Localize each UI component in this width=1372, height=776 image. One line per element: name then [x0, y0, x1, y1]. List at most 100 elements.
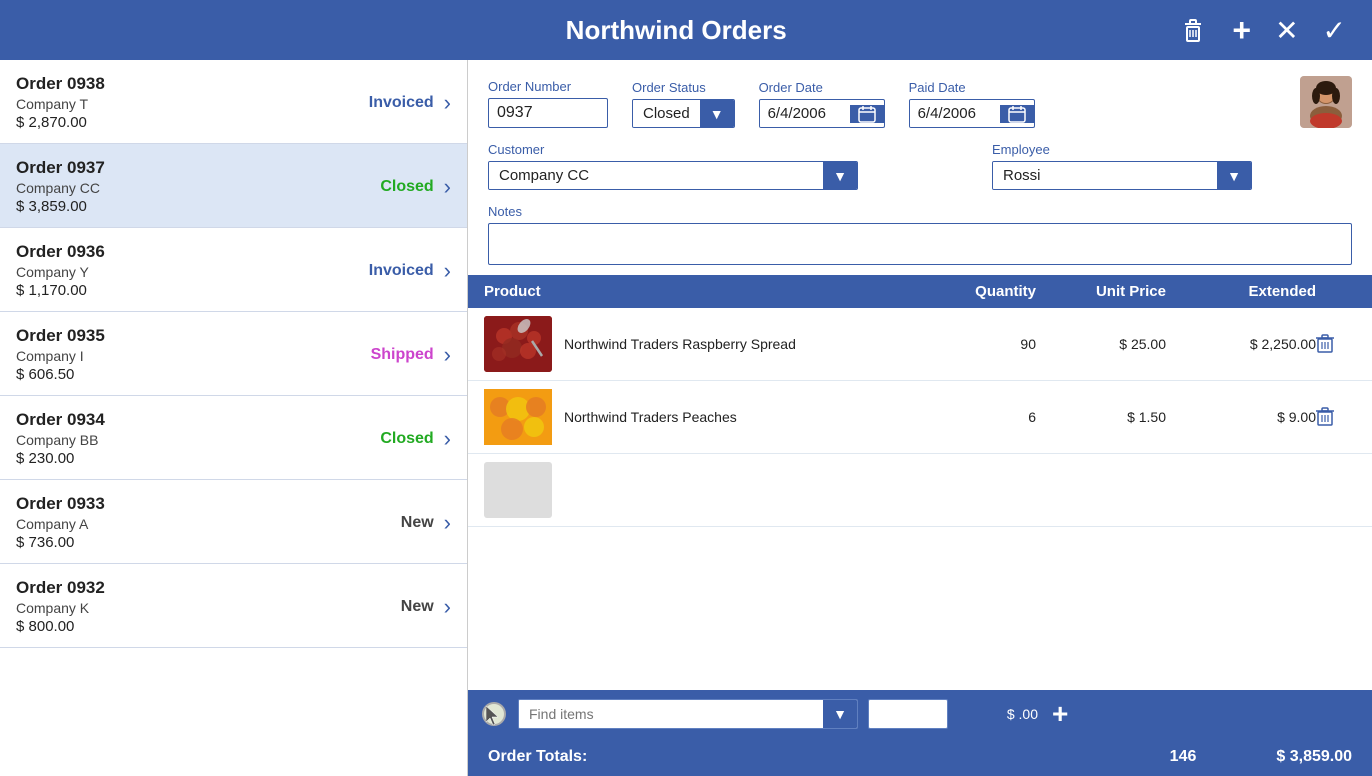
- trash-icon: [1178, 15, 1208, 45]
- order-chevron-icon: ›: [444, 90, 451, 116]
- product-extended: $ 9.00: [1166, 409, 1316, 425]
- col-actions: [1316, 283, 1356, 300]
- add-item-button[interactable]: +: [1048, 698, 1072, 730]
- order-item[interactable]: Order 0932 Company K $ 800.00 New ›: [0, 564, 467, 648]
- order-status: New: [344, 598, 434, 616]
- order-info: Order 0932 Company K $ 800.00: [16, 578, 344, 635]
- product-delete-button[interactable]: [1316, 334, 1334, 354]
- customer-dropdown-btn[interactable]: ▼: [823, 162, 857, 189]
- order-totals-bar: Order Totals: 146 $ 3,859.00: [468, 738, 1372, 776]
- notes-textarea[interactable]: [488, 223, 1352, 265]
- order-date-input[interactable]: [760, 100, 850, 127]
- product-name-cell: [484, 462, 906, 518]
- order-company: Company I: [16, 348, 344, 364]
- find-items-dropdown-btn[interactable]: ▼: [823, 700, 857, 728]
- order-date-label: Order Date: [759, 80, 885, 95]
- order-amount: $ 736.00: [16, 534, 344, 551]
- employee-label: Employee: [992, 142, 1352, 157]
- order-status: Invoiced: [344, 262, 434, 280]
- customer-label: Customer: [488, 142, 968, 157]
- order-status-field: Order Status Closed ▼: [632, 80, 735, 128]
- add-button[interactable]: +: [1226, 10, 1257, 51]
- employee-photo: [1300, 76, 1352, 128]
- header-actions: + ✕ ✓: [1172, 10, 1352, 51]
- app-title: Northwind Orders: [180, 15, 1172, 46]
- find-items-input[interactable]: [519, 700, 823, 728]
- customer-select[interactable]: Company CC ▼: [488, 161, 858, 190]
- order-date-calendar-btn[interactable]: [850, 105, 884, 123]
- order-amount: $ 1,170.00: [16, 282, 344, 299]
- product-image: [484, 389, 552, 445]
- order-company: Company K: [16, 600, 344, 616]
- order-status-select[interactable]: Closed ▼: [632, 99, 735, 128]
- order-status: Invoiced: [344, 94, 434, 112]
- calendar-icon-2: [1008, 105, 1026, 123]
- employee-value: Rossi: [993, 162, 1217, 189]
- customer-field: Customer Company CC ▼: [488, 142, 968, 190]
- form-row-1: Order Number Order Status Closed ▼ Order…: [488, 76, 1352, 128]
- order-company: Company Y: [16, 264, 344, 280]
- product-delete-button[interactable]: [1316, 407, 1334, 427]
- order-chevron-icon: ›: [444, 342, 451, 368]
- paid-date-field: Paid Date: [909, 80, 1035, 128]
- order-company: Company T: [16, 96, 344, 112]
- order-detail: Order Number Order Status Closed ▼ Order…: [468, 60, 1372, 776]
- notes-label: Notes: [488, 204, 1352, 219]
- add-item-row: ▼ $ .00 +: [468, 690, 1372, 738]
- product-image: [484, 462, 552, 518]
- paid-date-calendar-btn[interactable]: [1000, 105, 1034, 123]
- employee-avatar: [1300, 76, 1352, 128]
- product-trash-icon: [1316, 334, 1334, 354]
- product-delete-cell: [1316, 334, 1356, 354]
- order-item[interactable]: Order 0934 Company BB $ 230.00 Closed ›: [0, 396, 467, 480]
- order-item[interactable]: Order 0933 Company A $ 736.00 New ›: [0, 480, 467, 564]
- order-chevron-icon: ›: [444, 426, 451, 452]
- order-name: Order 0937: [16, 158, 344, 178]
- totals-quantity: 146: [1170, 748, 1197, 766]
- order-name: Order 0935: [16, 326, 344, 346]
- products-section: Product Quantity Unit Price Extended: [468, 275, 1372, 776]
- product-row: [468, 454, 1372, 527]
- order-item[interactable]: Order 0936 Company Y $ 1,170.00 Invoiced…: [0, 228, 467, 312]
- order-item[interactable]: Order 0937 Company CC $ 3,859.00 Closed …: [0, 144, 467, 228]
- paid-date-input[interactable]: [910, 100, 1000, 127]
- add-item-price-display: $ .00: [958, 706, 1038, 722]
- delete-button[interactable]: [1172, 13, 1214, 47]
- employee-select[interactable]: Rossi ▼: [992, 161, 1252, 190]
- order-info: Order 0934 Company BB $ 230.00: [16, 410, 344, 467]
- product-delete-cell: [1316, 407, 1356, 427]
- order-item[interactable]: Order 0938 Company T $ 2,870.00 Invoiced…: [0, 60, 467, 144]
- order-status: New: [344, 514, 434, 532]
- order-company: Company A: [16, 516, 344, 532]
- products-table-header: Product Quantity Unit Price Extended: [468, 275, 1372, 308]
- product-row: Northwind Traders Raspberry Spread 90 $ …: [468, 308, 1372, 381]
- order-amount: $ 800.00: [16, 618, 344, 635]
- order-number-input[interactable]: [488, 98, 608, 128]
- add-item-qty-input[interactable]: [868, 699, 948, 729]
- order-list: Order 0938 Company T $ 2,870.00 Invoiced…: [0, 60, 468, 776]
- product-unit-price: $ 1.50: [1036, 409, 1166, 425]
- app-header: Northwind Orders + ✕ ✓: [0, 0, 1372, 60]
- employee-dropdown-btn[interactable]: ▼: [1217, 162, 1251, 189]
- order-info: Order 0935 Company I $ 606.50: [16, 326, 344, 383]
- order-amount: $ 3,859.00: [16, 198, 344, 215]
- product-unit-price: $ 25.00: [1036, 336, 1166, 352]
- order-info: Order 0937 Company CC $ 3,859.00: [16, 158, 344, 215]
- col-extended: Extended: [1166, 283, 1316, 300]
- detail-form: Order Number Order Status Closed ▼ Order…: [468, 60, 1372, 275]
- totals-label: Order Totals:: [488, 748, 587, 766]
- confirm-button[interactable]: ✓: [1317, 12, 1352, 49]
- product-image: [484, 316, 552, 372]
- paid-date-picker: [909, 99, 1035, 128]
- order-status-dropdown-btn[interactable]: ▼: [700, 100, 734, 127]
- order-item[interactable]: Order 0935 Company I $ 606.50 Shipped ›: [0, 312, 467, 396]
- product-row: Northwind Traders Peaches 6 $ 1.50 $ 9.0…: [468, 381, 1372, 454]
- cancel-button[interactable]: ✕: [1269, 12, 1304, 49]
- peaches-img: [484, 389, 552, 445]
- order-status: Closed: [344, 430, 434, 448]
- order-name: Order 0934: [16, 410, 344, 430]
- order-info: Order 0933 Company A $ 736.00: [16, 494, 344, 551]
- order-chevron-icon: ›: [444, 258, 451, 284]
- product-name-cell: Northwind Traders Raspberry Spread: [484, 316, 906, 372]
- order-status: Closed: [344, 178, 434, 196]
